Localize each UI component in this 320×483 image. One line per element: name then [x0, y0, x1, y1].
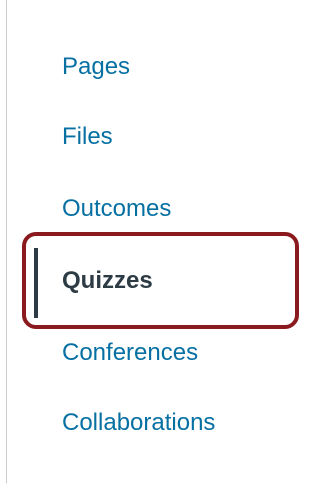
callout-highlight-box — [22, 232, 299, 329]
nav-item-outcomes[interactable]: Outcomes — [62, 194, 171, 224]
nav-item-conferences[interactable]: Conferences — [62, 338, 198, 368]
nav-item-files[interactable]: Files — [62, 122, 113, 152]
nav-item-collaborations[interactable]: Collaborations — [62, 408, 215, 438]
nav-item-pages[interactable]: Pages — [62, 52, 130, 82]
